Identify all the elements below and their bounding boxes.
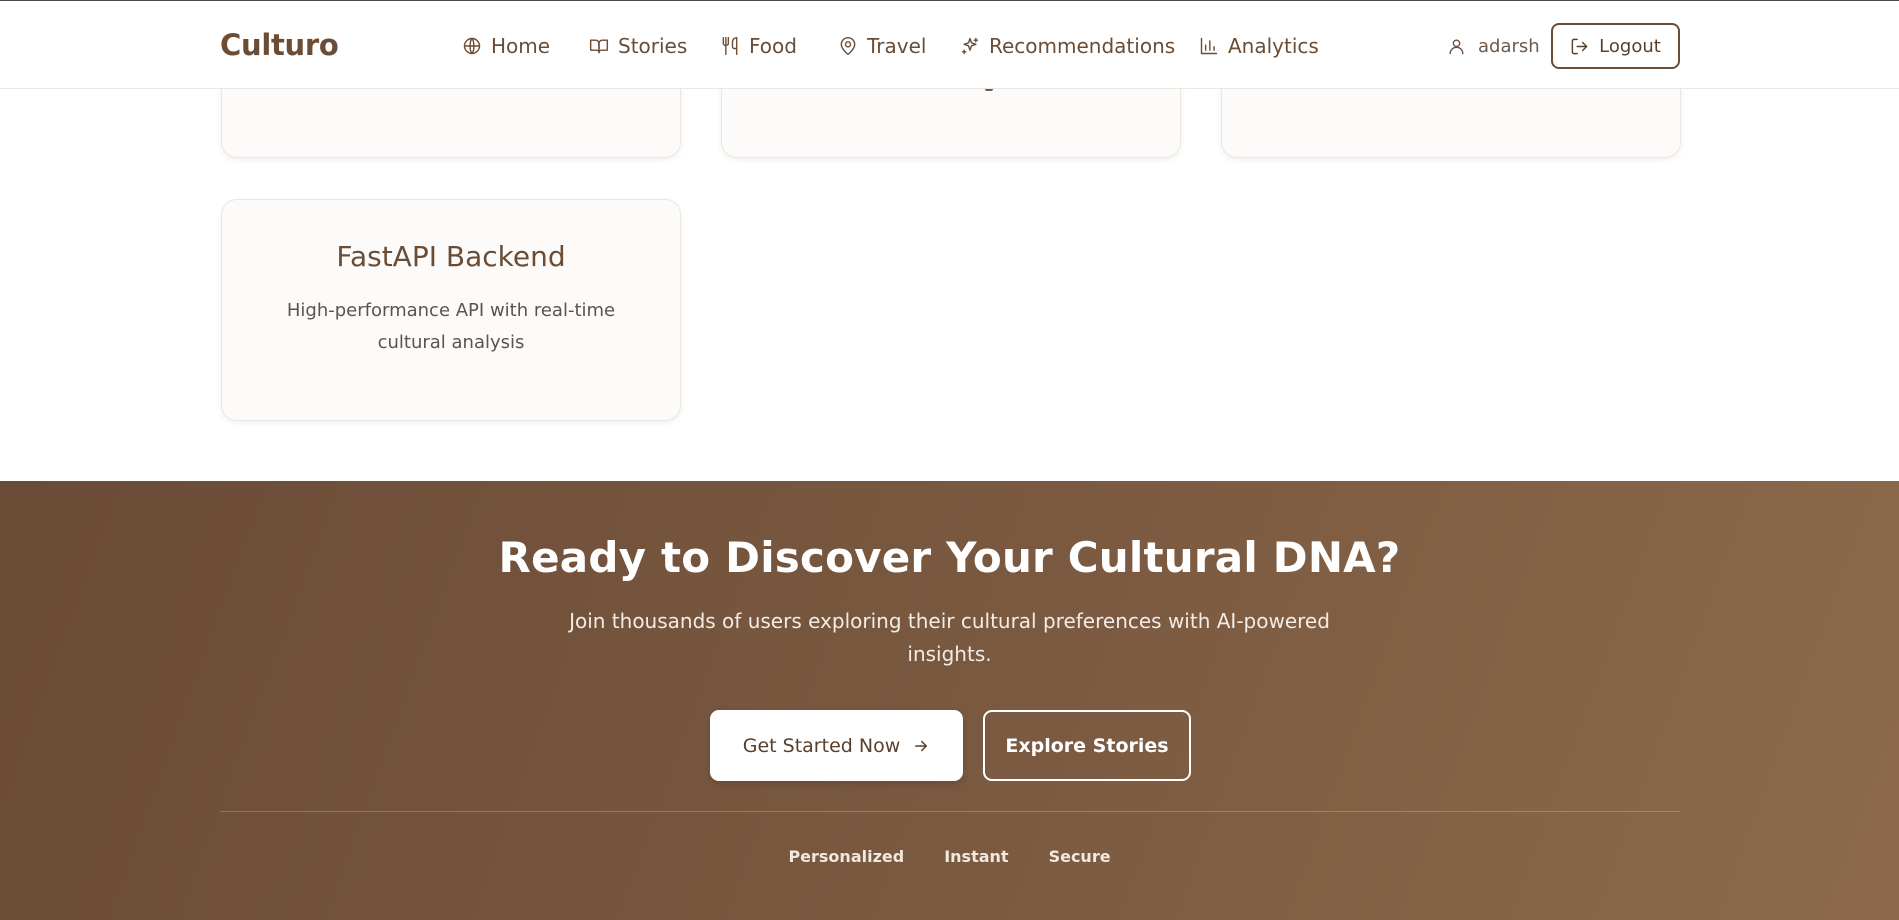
divider (220, 811, 1680, 812)
nav-label-food: Food (749, 34, 797, 58)
feature-tags: Personalized Instant Secure (0, 847, 1899, 866)
cta-subtitle: Join thousands of users exploring their … (569, 609, 1330, 666)
tag-secure: Secure (1048, 847, 1111, 866)
feature-card-description: High-performance API with real-time cult… (286, 300, 616, 353)
user-icon (1449, 38, 1464, 54)
nav-label-analytics: Analytics (1228, 34, 1319, 58)
cta-title: Ready to Discover Your Cultural DNA? (498, 533, 1401, 582)
nav-item-home[interactable]: Home (462, 31, 550, 61)
get-started-button[interactable]: Get Started Now (710, 710, 963, 781)
logout-icon (1571, 38, 1588, 54)
nav-item-recommendations[interactable]: Recommendations (960, 31, 1175, 61)
book-icon (589, 39, 609, 54)
cta-section: Ready to Discover Your Cultural DNA? Joi… (0, 481, 1899, 920)
nav-label-stories: Stories (618, 34, 688, 58)
tag-instant: Instant (944, 847, 1009, 866)
utensils-icon (722, 36, 738, 56)
username: adarsh (1478, 35, 1540, 57)
logout-label: Logout (1599, 35, 1661, 57)
logout-button[interactable]: Logout (1551, 23, 1680, 69)
nav-item-analytics[interactable]: Analytics (1199, 31, 1319, 61)
top-navbar: Culturo Home Stories Food Travel Recomme… (0, 0, 1899, 89)
nav-item-travel[interactable]: Travel (838, 31, 926, 61)
feature-card-fastapi: FastAPI Backend High-performance API wit… (221, 199, 681, 421)
feature-card-title: FastAPI Backend (336, 240, 566, 273)
nav-label-travel: Travel (867, 34, 927, 58)
globe-icon (463, 37, 481, 55)
map-pin-icon (840, 36, 856, 56)
brand-logo[interactable]: Culturo (220, 28, 339, 62)
nav-label-home: Home (491, 34, 551, 58)
bar-chart-icon (1200, 37, 1218, 55)
user-info: adarsh (1447, 33, 1540, 59)
explore-stories-button[interactable]: Explore Stories (983, 710, 1191, 781)
nav-item-food[interactable]: Food (720, 31, 797, 61)
sparkles-icon (961, 37, 979, 55)
arrow-right-icon (915, 740, 928, 751)
nav-label-recommendations: Recommendations (989, 34, 1176, 58)
get-started-label: Get Started Now (742, 734, 901, 757)
nav-item-stories[interactable]: Stories (589, 31, 687, 61)
tag-personalized: Personalized (788, 847, 905, 866)
